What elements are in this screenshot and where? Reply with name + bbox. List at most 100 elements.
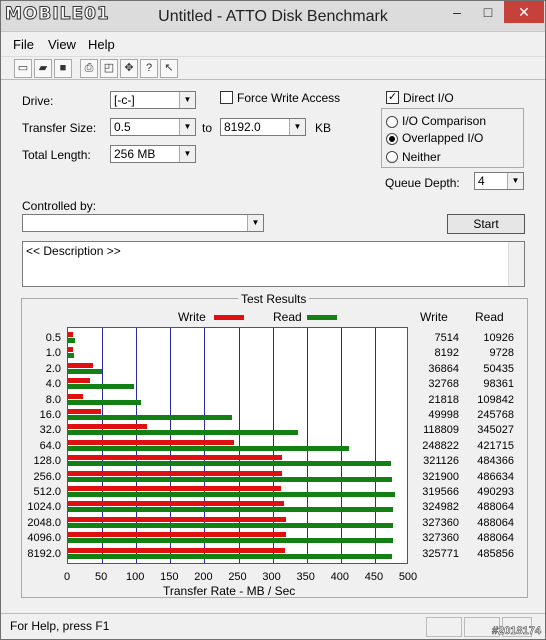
help-icon[interactable]: ? bbox=[140, 59, 158, 78]
read-bar bbox=[68, 522, 394, 528]
read-value: 486634 bbox=[477, 470, 514, 483]
legend-write-label: Write bbox=[178, 310, 206, 324]
overlapped-io-label: Overlapped I/O bbox=[402, 131, 484, 145]
transfer-rate-chart bbox=[67, 327, 408, 564]
x-tick-label: 100 bbox=[126, 571, 145, 583]
transfer-size-label: 32.0 bbox=[39, 424, 61, 437]
write-bar bbox=[68, 439, 234, 445]
write-bar bbox=[68, 409, 102, 414]
transfer-size-label: 256.0 bbox=[33, 470, 61, 483]
write-value: 248822 bbox=[422, 439, 459, 452]
overlapped-io-radio[interactable] bbox=[386, 133, 398, 145]
close-button[interactable]: ✕ bbox=[504, 1, 544, 23]
write-value: 319566 bbox=[422, 486, 459, 498]
force-write-label: Force Write Access bbox=[237, 91, 341, 105]
transfer-size-label: 4096.0 bbox=[27, 532, 61, 545]
neither-label: Neither bbox=[402, 150, 441, 164]
io-comparison-radio[interactable] bbox=[386, 116, 398, 128]
write-bar bbox=[68, 424, 148, 430]
read-bar bbox=[68, 384, 134, 390]
x-tick-label: 200 bbox=[194, 571, 213, 583]
read-bar bbox=[68, 538, 394, 544]
write-value: 321900 bbox=[422, 470, 459, 483]
x-tick-label: 250 bbox=[228, 571, 247, 583]
transfer-size-label: 1024.0 bbox=[27, 501, 61, 514]
column-write-header: Write bbox=[420, 310, 448, 324]
x-tick-label: 0 bbox=[63, 571, 71, 583]
transfer-size-label: 1.0 bbox=[45, 347, 61, 360]
chevron-down-icon: ▼ bbox=[179, 146, 195, 162]
test-results-title: Test Results bbox=[238, 292, 310, 306]
write-value: 321126 bbox=[423, 455, 459, 468]
context-help-icon[interactable]: ↖ bbox=[160, 59, 178, 78]
write-bar bbox=[68, 547, 285, 553]
minimize-button[interactable]: – bbox=[442, 1, 472, 23]
total-length-select[interactable]: 256 MB ▼ bbox=[110, 145, 196, 163]
write-bar bbox=[68, 378, 90, 384]
legend-read-label: Read bbox=[273, 310, 302, 324]
save-icon[interactable]: ■ bbox=[54, 59, 72, 78]
write-value: 49998 bbox=[428, 409, 459, 421]
read-value: 10926 bbox=[483, 332, 514, 344]
chevron-down-icon: ▼ bbox=[179, 119, 195, 135]
write-value: 8192 bbox=[434, 347, 459, 360]
transfer-size-label: 0.5 bbox=[45, 332, 61, 344]
read-value: 9728 bbox=[489, 347, 514, 360]
menu-help[interactable]: Help bbox=[88, 37, 115, 52]
write-value: 118809 bbox=[423, 424, 459, 437]
read-bar bbox=[68, 445, 349, 451]
write-bar bbox=[68, 501, 285, 507]
write-bar bbox=[68, 532, 287, 538]
open-icon[interactable]: ▰ bbox=[34, 59, 52, 78]
read-bar bbox=[68, 415, 232, 420]
x-axis-label: Transfer Rate - MB / Sec bbox=[163, 584, 296, 598]
write-value: 21818 bbox=[428, 393, 459, 406]
force-write-checkbox[interactable] bbox=[220, 91, 233, 104]
transfer-to-select[interactable]: 8192.0 ▼ bbox=[220, 118, 306, 136]
drive-select[interactable]: [-c-] ▼ bbox=[110, 91, 196, 109]
write-value: 327360 bbox=[422, 516, 459, 529]
legend-read-swatch bbox=[307, 315, 337, 320]
read-bar bbox=[68, 399, 142, 405]
write-bar bbox=[68, 455, 282, 461]
direct-io-checkbox[interactable]: ✓ bbox=[386, 91, 399, 104]
read-value: 421715 bbox=[477, 439, 514, 452]
neither-radio[interactable] bbox=[386, 151, 398, 163]
write-value: 324982 bbox=[422, 501, 459, 514]
x-tick-label: 400 bbox=[330, 571, 349, 583]
menu-file[interactable]: File bbox=[13, 37, 34, 52]
new-icon[interactable]: ▭ bbox=[14, 59, 32, 78]
description-scrollbar[interactable] bbox=[508, 242, 524, 286]
description-textarea[interactable]: << Description >> bbox=[22, 241, 525, 287]
menu-bar: File View Help bbox=[1, 33, 545, 55]
write-value: 325771 bbox=[422, 547, 459, 560]
controlled-by-select[interactable]: ▼ bbox=[22, 214, 264, 232]
move-icon[interactable]: ✥ bbox=[120, 59, 138, 78]
write-value: 327360 bbox=[422, 532, 459, 545]
app-window: MOBILE01 Untitled - ATTO Disk Benchmark … bbox=[0, 0, 546, 640]
x-tick-label: 50 bbox=[94, 571, 108, 583]
queue-depth-select[interactable]: 4 ▼ bbox=[474, 172, 524, 190]
chevron-down-icon: ▼ bbox=[247, 215, 263, 231]
read-value: 345027 bbox=[477, 424, 514, 437]
print-icon[interactable]: ⎙ bbox=[80, 59, 98, 78]
description-text: << Description >> bbox=[26, 244, 121, 258]
transfer-size-label: 128.0 bbox=[33, 455, 61, 468]
menu-view[interactable]: View bbox=[48, 37, 76, 52]
maximize-button[interactable]: □ bbox=[473, 1, 503, 23]
read-bar bbox=[68, 430, 298, 436]
transfer-size-label: 4.0 bbox=[45, 378, 61, 391]
transfer-from-select[interactable]: 0.5 ▼ bbox=[110, 118, 196, 136]
print-preview-icon[interactable]: ◰ bbox=[100, 59, 118, 78]
write-value: 7514 bbox=[434, 332, 459, 344]
start-button[interactable]: Start bbox=[447, 214, 525, 234]
write-bar bbox=[68, 332, 73, 337]
legend-write-swatch bbox=[214, 315, 244, 320]
read-value: 490293 bbox=[477, 486, 514, 498]
write-bar bbox=[68, 362, 93, 368]
column-read-header: Read bbox=[475, 310, 504, 324]
status-bar: For Help, press F1 bbox=[1, 613, 545, 639]
read-value: 488064 bbox=[477, 516, 514, 529]
x-tick-label: 300 bbox=[262, 571, 281, 583]
read-bar bbox=[68, 338, 76, 343]
